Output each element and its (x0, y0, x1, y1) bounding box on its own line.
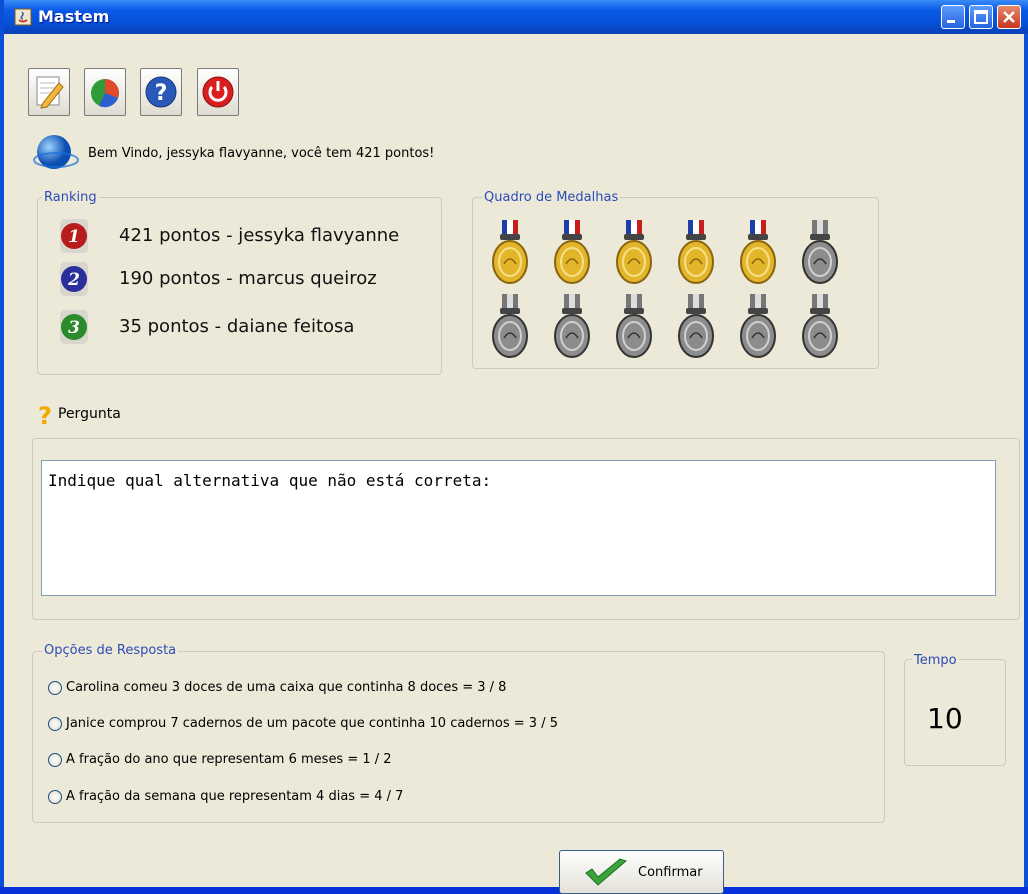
timer-value: 10 (927, 702, 963, 735)
answer-option-2[interactable]: Janice comprou 7 cadernos de um pacote q… (48, 716, 558, 731)
help-icon: ? (145, 76, 177, 108)
help-button[interactable]: ? (140, 68, 182, 116)
globe-icon (33, 135, 79, 169)
edit-icon (36, 76, 64, 109)
exit-button[interactable] (197, 68, 239, 116)
question-mark-icon: ? (38, 402, 52, 428)
radio-button[interactable] (48, 716, 62, 731)
silver-medal-icon (554, 294, 590, 358)
silver-medal-icon (678, 294, 714, 358)
close-button[interactable] (997, 5, 1021, 29)
welcome-message: Bem Vindo, jessyka flavyanne, você tem 4… (88, 146, 435, 161)
ranking-text: 421 pontos - jessyka flavyanne (119, 225, 400, 246)
radio-button[interactable] (48, 789, 62, 804)
maximize-button[interactable] (969, 5, 993, 29)
option-label: Janice comprou 7 cadernos de um pacote q… (66, 716, 558, 731)
java-icon (14, 8, 32, 26)
gold-medal-icon (678, 220, 714, 284)
silver-medal-icon (492, 294, 528, 358)
svg-text:1: 1 (68, 227, 80, 247)
timer-title: Tempo (912, 653, 959, 668)
confirm-label: Confirmar (638, 865, 703, 880)
option-label: A fração do ano que representam 6 meses … (66, 752, 392, 767)
app-window: Mastem ? Bem Vindo, jessyka flavyanne, v… (0, 0, 1028, 894)
gold-medal-icon (616, 220, 652, 284)
radio-button[interactable] (48, 680, 62, 695)
third-place-icon: 3 (60, 310, 88, 344)
silver-medal-icon (802, 220, 838, 284)
confirm-button[interactable]: Confirmar (559, 850, 724, 894)
edit-button[interactable] (28, 68, 70, 116)
question-label: Pergunta (58, 406, 121, 422)
radio-button[interactable] (48, 752, 62, 767)
minimize-icon (947, 20, 955, 23)
svg-text:3: 3 (68, 318, 80, 338)
ranking-title: Ranking (42, 190, 99, 205)
answer-option-3[interactable]: A fração do ano que representam 6 meses … (48, 752, 392, 767)
ranking-text: 35 pontos - daiane feitosa (119, 316, 355, 337)
svg-text:2: 2 (67, 270, 80, 290)
silver-medal-icon (616, 294, 652, 358)
ranking-text: 190 pontos - marcus queiroz (119, 268, 377, 289)
option-label: Carolina comeu 3 doces de uma caixa que … (66, 680, 507, 695)
options-title: Opções de Resposta (42, 643, 179, 658)
silver-medal-icon (802, 294, 838, 358)
medals-title: Quadro de Medalhas (482, 190, 621, 205)
chart-icon (91, 79, 119, 108)
svg-text:?: ? (155, 81, 168, 106)
maximize-icon (974, 10, 988, 24)
answer-option-4[interactable]: A fração da semana que representam 4 dia… (48, 789, 403, 804)
window-title: Mastem (38, 7, 110, 26)
gold-medal-icon (492, 220, 528, 284)
checkmark-icon (585, 858, 627, 886)
gold-medal-icon (554, 220, 590, 284)
minimize-button[interactable] (941, 5, 965, 29)
power-icon (202, 76, 234, 108)
gold-medal-icon (740, 220, 776, 284)
silver-medal-icon (740, 294, 776, 358)
close-icon (1003, 11, 1015, 23)
second-place-icon: 2 (60, 262, 88, 296)
answer-option-1[interactable]: Carolina comeu 3 doces de uma caixa que … (48, 680, 506, 695)
title-bar[interactable]: Mastem (4, 0, 1028, 34)
svg-text:?: ? (38, 402, 52, 428)
question-text-area[interactable]: Indique qual alternativa que não está co… (41, 460, 996, 596)
statistics-button[interactable] (84, 68, 126, 116)
option-label: A fração da semana que representam 4 dia… (66, 789, 404, 804)
first-place-icon: 1 (60, 219, 88, 253)
